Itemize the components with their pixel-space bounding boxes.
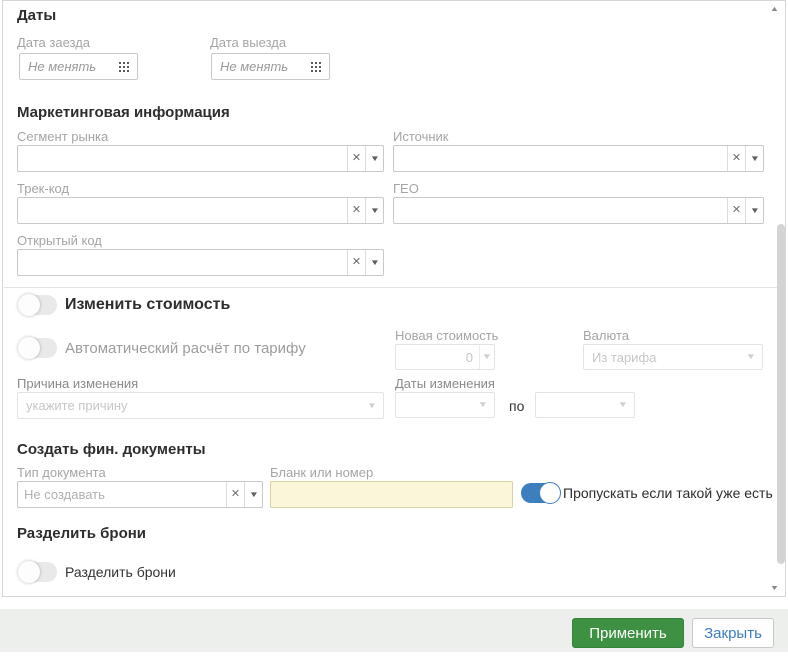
open-code-label: Открытый код <box>17 233 102 248</box>
dropdown-button[interactable]: ▼ <box>365 146 383 171</box>
new-cost-value: 0 <box>396 345 479 369</box>
section-divider <box>4 287 784 288</box>
clear-button[interactable]: ✕ <box>347 146 365 171</box>
clear-icon: ✕ <box>732 205 741 216</box>
currency-value: Из тарифа <box>584 350 747 365</box>
skip-existing-label: Пропускать если такой уже есть <box>563 485 773 501</box>
toggle-knob <box>18 294 40 316</box>
close-button[interactable]: Закрыть <box>692 618 774 648</box>
dropdown-button[interactable]: ▼ <box>244 482 262 507</box>
geo-input[interactable] <box>394 198 727 223</box>
apply-button[interactable]: Применить <box>572 618 684 648</box>
dropdown-button[interactable]: ▼ <box>745 146 763 171</box>
checkin-datebox[interactable] <box>19 53 138 80</box>
chevron-down-icon: ▼ <box>746 353 756 361</box>
clear-button[interactable]: ✕ <box>226 482 244 507</box>
chevron-down-icon: ▼ <box>478 401 488 409</box>
auto-calc-toggle[interactable] <box>19 338 57 358</box>
section-title-marketing: Маркетинговая информация <box>17 104 230 121</box>
scroll-up-icon[interactable]: ▲ <box>770 6 780 13</box>
chevron-down-icon: ▼ <box>367 402 377 410</box>
section-title-findocs: Создать фин. документы <box>17 441 206 458</box>
chevron-down-icon: ▼ <box>369 155 379 163</box>
dropdown-button[interactable]: ▼ <box>365 250 383 275</box>
geo-combobox[interactable]: ✕ ▼ <box>393 197 764 224</box>
change-cost-toggle[interactable] <box>19 295 57 315</box>
track-combobox[interactable]: ✕ ▼ <box>17 197 384 224</box>
clear-button[interactable]: ✕ <box>347 250 365 275</box>
reason-label: Причина изменения <box>17 376 138 391</box>
segment-label: Сегмент рынка <box>17 129 108 144</box>
blank-input[interactable] <box>271 482 512 507</box>
change-date-to-select: ▼ <box>535 392 635 418</box>
doc-type-combobox[interactable]: ✕ ▼ <box>17 481 263 508</box>
new-cost-numberbox: 0 ▼ <box>395 344 495 370</box>
doc-type-label: Тип документа <box>17 465 106 480</box>
to-label: по <box>509 398 524 414</box>
checkin-label: Дата заезда <box>17 35 90 50</box>
new-cost-label: Новая стоимость <box>395 328 498 343</box>
source-combobox[interactable]: ✕ ▼ <box>393 145 764 172</box>
bulk-edit-panel: Даты Дата заезда Дата выезда Маркетингов… <box>2 0 786 597</box>
geo-label: ГЕО <box>393 181 419 196</box>
checkin-input[interactable] <box>20 59 119 74</box>
checkout-datebox[interactable] <box>211 53 330 80</box>
source-label: Источник <box>393 129 449 144</box>
reason-placeholder: укажите причину <box>18 398 368 413</box>
clear-icon: ✕ <box>352 205 361 216</box>
currency-label: Валюта <box>583 328 629 343</box>
clear-button[interactable]: ✕ <box>727 146 745 171</box>
clear-icon: ✕ <box>352 153 361 164</box>
blank-label: Бланк или номер <box>270 465 373 480</box>
scrollbar-thumb[interactable] <box>777 224 785 564</box>
track-input[interactable] <box>18 198 347 223</box>
checkout-input[interactable] <box>212 59 311 74</box>
calendar-icon[interactable] <box>119 62 129 72</box>
clear-icon: ✕ <box>352 257 361 268</box>
currency-select: Из тарифа ▼ <box>583 344 763 370</box>
chevron-down-icon: ▼ <box>618 401 628 409</box>
reason-select: укажите причину ▼ <box>17 392 384 419</box>
toggle-knob <box>18 561 40 583</box>
skip-existing-toggle[interactable] <box>521 483 559 503</box>
clear-icon: ✕ <box>231 489 240 500</box>
open-code-input[interactable] <box>18 250 347 275</box>
chevron-down-icon: ▼ <box>369 207 379 215</box>
section-title-split: Разделить брони <box>17 525 146 542</box>
chevron-down-icon: ▼ <box>749 155 759 163</box>
clear-button[interactable]: ✕ <box>727 198 745 223</box>
chevron-down-icon: ▼ <box>749 207 759 215</box>
section-title-dates: Даты <box>17 7 56 24</box>
spinner-button: ▼ <box>479 345 494 369</box>
auto-calc-label: Автоматический расчёт по тарифу <box>65 340 306 357</box>
scroll-down-icon[interactable]: ▼ <box>770 585 780 592</box>
source-input[interactable] <box>394 146 727 171</box>
chevron-down-icon: ▼ <box>369 259 379 267</box>
toggle-knob <box>18 337 40 359</box>
clear-button[interactable]: ✕ <box>347 198 365 223</box>
doc-type-input[interactable] <box>18 482 226 507</box>
change-cost-label: Изменить стоимость <box>65 296 230 314</box>
blank-numberfield[interactable] <box>270 481 513 508</box>
dropdown-button[interactable]: ▼ <box>365 198 383 223</box>
segment-combobox[interactable]: ✕ ▼ <box>17 145 384 172</box>
change-dates-label: Даты изменения <box>395 376 495 391</box>
open-code-combobox[interactable]: ✕ ▼ <box>17 249 384 276</box>
toggle-knob <box>539 482 561 504</box>
chevron-down-icon: ▼ <box>248 491 258 499</box>
change-date-from-select: ▼ <box>395 392 495 418</box>
checkout-label: Дата выезда <box>210 35 286 50</box>
split-bookings-toggle[interactable] <box>19 562 57 582</box>
dropdown-button[interactable]: ▼ <box>745 198 763 223</box>
segment-input[interactable] <box>18 146 347 171</box>
split-bookings-label: Разделить брони <box>65 564 176 580</box>
chevron-down-icon: ▼ <box>482 353 492 361</box>
calendar-icon[interactable] <box>311 62 321 72</box>
clear-icon: ✕ <box>732 153 741 164</box>
track-label: Трек-код <box>17 181 69 196</box>
